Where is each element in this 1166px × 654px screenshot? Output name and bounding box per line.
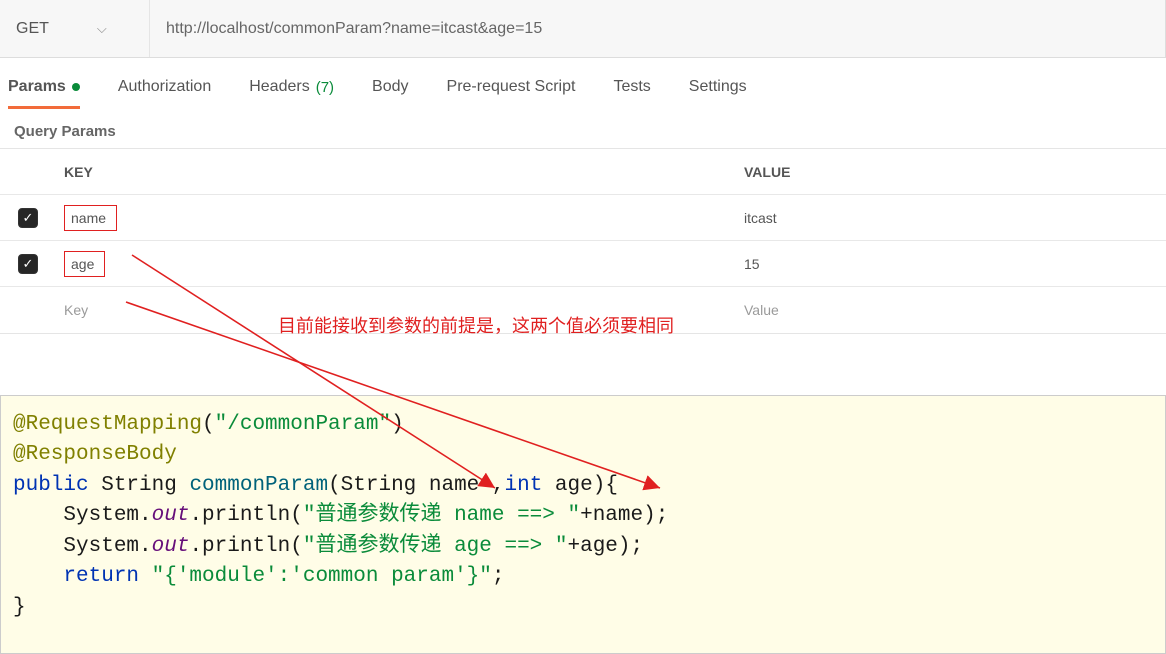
tab-headers[interactable]: Headers (7) [249,78,334,109]
code-token: ) [391,413,404,436]
param-value-text: 15 [744,256,760,272]
tab-prerequest-label: Pre-request Script [447,78,576,96]
tab-settings[interactable]: Settings [689,78,747,109]
row-check-cell: ✓ [0,254,56,274]
url-input[interactable]: http://localhost/commonParam?name=itcast… [150,0,1165,57]
param-key-text: age [71,256,94,272]
code-token: +name); [580,504,668,527]
header-value-cell: VALUE [736,158,1166,186]
table-row: ✓ name itcast [0,195,1166,241]
code-token: @RequestMapping [13,413,202,436]
tab-body-label: Body [372,78,408,96]
row-value-cell[interactable]: Value [736,296,1166,324]
tab-prerequest[interactable]: Pre-request Script [447,78,576,109]
tab-settings-label: Settings [689,78,747,96]
row-value-cell[interactable]: itcast [736,204,1166,232]
tab-tests-label: Tests [613,78,650,96]
code-token: commonParam [189,474,328,497]
code-token: "普通参数传递 age ==> " [303,535,568,558]
request-bar: GET ⌵ http://localhost/commonParam?name=… [0,0,1166,58]
row-key-cell[interactable]: age [56,245,736,283]
code-token: (String name , [328,474,504,497]
tab-headers-label: Headers [249,78,309,96]
section-label-query-params: Query Params [0,109,1166,148]
code-token: return [13,565,152,588]
code-token: "/commonParam" [215,413,391,436]
chevron-down-icon: ⌵ [97,21,107,37]
code-token: @ResponseBody [13,443,177,466]
table-row: ✓ age 15 [0,241,1166,287]
table-row-empty: Key Value [0,287,1166,333]
row-check-cell: ✓ [0,208,56,228]
table-header-row: KEY VALUE [0,149,1166,195]
http-method-select[interactable]: GET ⌵ [0,0,150,57]
row-key-cell[interactable]: name [56,199,736,237]
row-key-cell[interactable]: Key [56,296,736,324]
code-token: System. [13,504,152,527]
tab-body[interactable]: Body [372,78,408,109]
highlight-box: name [64,205,117,231]
row-value-cell[interactable]: 15 [736,250,1166,278]
tab-params[interactable]: Params [8,78,80,109]
code-token: out [152,535,190,558]
tab-headers-count: (7) [316,79,334,96]
request-tabs: Params Authorization Headers (7) Body Pr… [0,58,1166,109]
query-params-table: KEY VALUE ✓ name itcast ✓ age 15 Key [0,148,1166,334]
checkbox-icon[interactable]: ✓ [18,208,38,228]
param-value-text: itcast [744,210,777,226]
code-token: .println( [189,535,302,558]
code-token: age){ [555,474,618,497]
highlight-box: age [64,251,105,277]
checkbox-icon[interactable]: ✓ [18,254,38,274]
code-token: } [13,596,26,619]
code-block: @RequestMapping("/commonParam") @Respons… [0,395,1166,654]
tab-authorization[interactable]: Authorization [118,78,211,109]
param-key-text: name [71,210,106,226]
tab-authorization-label: Authorization [118,78,211,96]
code-token: String [101,474,189,497]
tab-params-label: Params [8,78,66,96]
code-token: out [152,504,190,527]
http-method-label: GET [16,20,49,38]
header-key-cell: KEY [56,158,736,186]
code-token: public [13,474,101,497]
url-text: http://localhost/commonParam?name=itcast… [166,20,542,38]
code-token: "普通参数传递 name ==> " [303,504,580,527]
code-token: .println( [189,504,302,527]
tab-tests[interactable]: Tests [613,78,650,109]
code-token: ; [492,565,505,588]
code-token: int [505,474,555,497]
dot-icon [72,83,80,91]
code-token: ( [202,413,215,436]
code-token: System. [13,535,152,558]
code-token: +age); [567,535,643,558]
code-token: "{'module':'common param'}" [152,565,492,588]
